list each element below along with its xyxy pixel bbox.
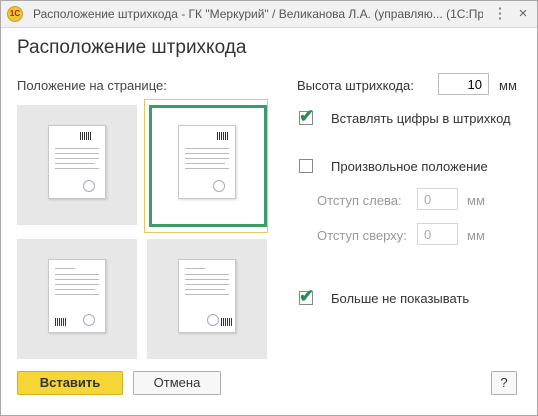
dont-show-again-label: Больше не показывать <box>331 291 470 306</box>
more-menu-icon[interactable]: ⋮ <box>491 5 509 23</box>
top-offset-label: Отступ сверху: <box>317 228 407 243</box>
barcode-icon <box>80 132 92 140</box>
selection-highlight <box>149 105 267 227</box>
arbitrary-position-label: Произвольное положение <box>331 159 488 174</box>
position-top-left-tile[interactable] <box>17 105 137 225</box>
arbitrary-position-checkbox[interactable] <box>299 159 313 173</box>
stamp-icon <box>83 180 95 192</box>
position-on-page-label: Положение на странице: <box>17 78 167 93</box>
help-button[interactable]: ? <box>491 371 517 395</box>
insert-digits-checkbox[interactable]: ✔ <box>299 107 314 125</box>
document-thumbnail-icon <box>48 125 106 199</box>
stamp-icon <box>83 314 95 326</box>
top-offset-unit: мм <box>467 228 485 243</box>
barcode-height-input[interactable] <box>438 73 489 95</box>
dialog-window: 1С Расположение штрихкода - ГК "Меркурий… <box>0 0 538 416</box>
barcode-icon <box>221 318 233 326</box>
top-offset-input[interactable] <box>417 223 458 245</box>
title-bar: 1С Расположение штрихкода - ГК "Меркурий… <box>1 1 537 28</box>
document-thumbnail-icon <box>48 259 106 333</box>
left-offset-label: Отступ слева: <box>317 193 402 208</box>
barcode-height-label: Высота штрихкода: <box>297 78 414 93</box>
app-logo-icon: 1С <box>7 6 23 22</box>
stamp-icon <box>207 314 219 326</box>
dont-show-again-checkbox[interactable]: ✔ <box>299 287 314 305</box>
check-icon: ✔ <box>299 106 315 126</box>
left-offset-input[interactable] <box>417 188 458 210</box>
barcode-icon <box>55 318 67 326</box>
position-bottom-right-tile[interactable] <box>147 239 267 359</box>
barcode-height-unit: мм <box>499 78 517 93</box>
left-offset-unit: мм <box>467 193 485 208</box>
insert-digits-label: Вставлять цифры в штрихкод <box>331 111 511 126</box>
check-icon: ✔ <box>299 286 315 306</box>
document-thumbnail-icon <box>178 259 236 333</box>
dialog-title: Расположение штрихкода <box>17 37 247 58</box>
position-bottom-left-tile[interactable] <box>17 239 137 359</box>
insert-button[interactable]: Вставить <box>17 371 123 395</box>
window-title: Расположение штрихкода - ГК "Меркурий" /… <box>33 7 483 21</box>
close-icon[interactable]: × <box>514 5 532 23</box>
cancel-button[interactable]: Отмена <box>133 371 221 395</box>
